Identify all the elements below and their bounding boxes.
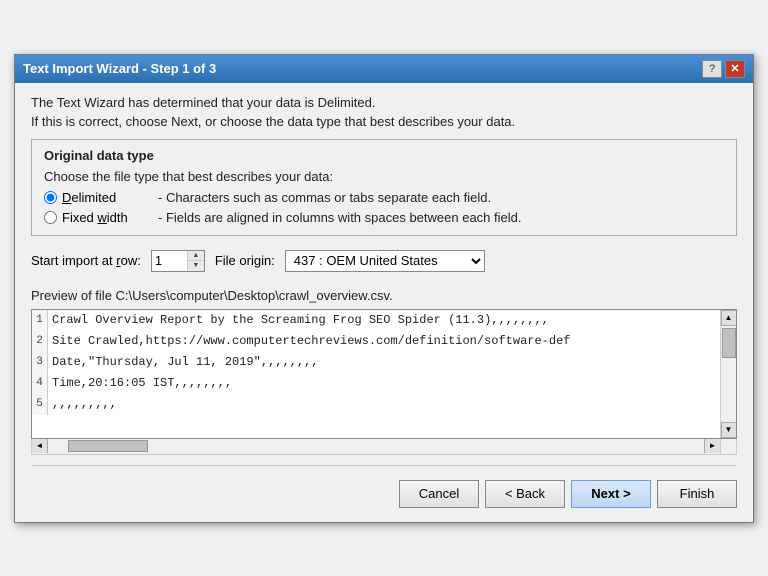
horizontal-scrollbar-row: ◄ ►	[31, 439, 737, 455]
line-num-2: 2	[32, 331, 48, 352]
radio-desc-delimited: - Characters such as commas or tabs sepa…	[158, 190, 491, 205]
help-button[interactable]: ?	[702, 60, 722, 78]
intro-line1: The Text Wizard has determined that your…	[31, 95, 737, 110]
separator	[31, 465, 737, 466]
original-data-type-group: Original data type Choose the file type …	[31, 139, 737, 236]
start-row-spinner[interactable]: 1 ▲ ▼	[151, 250, 205, 272]
close-button[interactable]: ✕	[725, 60, 745, 78]
sub-label: Choose the file type that best describes…	[44, 169, 724, 184]
radio-text-delimited: Delimited	[62, 190, 152, 205]
dialog-title: Text Import Wizard - Step 1 of 3	[23, 61, 216, 76]
scroll-thumb-v[interactable]	[722, 328, 736, 358]
preview-line-4: 4 Time,20:16:05 IST,,,,,,,,	[32, 373, 720, 394]
start-row-label: Start import at row:	[31, 253, 141, 268]
radio-row-delimited: Delimited - Characters such as commas or…	[44, 190, 724, 205]
line-num-4: 4	[32, 373, 48, 394]
line-num-3: 3	[32, 352, 48, 373]
radio-label-delimited[interactable]: Delimited	[44, 190, 152, 205]
row-import-section: Start import at row: 1 ▲ ▼ File origin: …	[31, 250, 737, 272]
line-content-5: ,,,,,,,,,	[48, 394, 117, 415]
group-box-label: Original data type	[44, 148, 724, 163]
file-origin-select[interactable]: 437 : OEM United States 65001 : Unicode …	[285, 250, 485, 272]
scroll-left-arrow[interactable]: ◄	[32, 439, 48, 453]
preview-line-5: 5 ,,,,,,,,,	[32, 394, 720, 415]
next-button[interactable]: Next >	[571, 480, 651, 508]
line-content-2: Site Crawled,https://www.computertechrev…	[48, 331, 570, 352]
radio-desc-fixed: - Fields are aligned in columns with spa…	[158, 210, 521, 225]
cancel-button[interactable]: Cancel	[399, 480, 479, 508]
radio-row-fixed: Fixed width - Fields are aligned in colu…	[44, 210, 724, 225]
radio-delimited[interactable]	[44, 191, 57, 204]
line-content-4: Time,20:16:05 IST,,,,,,,,	[48, 373, 232, 394]
scroll-right-arrow[interactable]: ►	[704, 439, 720, 453]
preview-section: Preview of file C:\Users\computer\Deskto…	[31, 288, 737, 455]
start-row-input[interactable]: 1	[152, 251, 187, 271]
dialog-body: The Text Wizard has determined that your…	[15, 83, 753, 522]
spin-buttons: ▲ ▼	[187, 251, 204, 271]
scroll-up-arrow[interactable]: ▲	[721, 310, 737, 326]
preview-box: 1 Crawl Overview Report by the Screaming…	[31, 309, 737, 439]
spin-up-button[interactable]: ▲	[188, 251, 204, 261]
file-origin-label: File origin:	[215, 253, 275, 268]
radio-group: Delimited - Characters such as commas or…	[44, 190, 724, 225]
spin-down-button[interactable]: ▼	[188, 261, 204, 271]
intro-line2: If this is correct, choose Next, or choo…	[31, 114, 737, 129]
button-row: Cancel < Back Next > Finish	[31, 480, 737, 512]
back-button[interactable]: < Back	[485, 480, 565, 508]
radio-label-fixed[interactable]: Fixed width	[44, 210, 152, 225]
line-num-5: 5	[32, 394, 48, 415]
line-content-3: Date,"Thursday, Jul 11, 2019",,,,,,,,	[48, 352, 318, 373]
scroll-track-h[interactable]	[48, 439, 704, 454]
preview-lines: 1 Crawl Overview Report by the Screaming…	[32, 310, 720, 438]
line-content-1: Crawl Overview Report by the Screaming F…	[48, 310, 549, 331]
title-bar-controls: ? ✕	[702, 60, 745, 78]
scrollbar-corner	[720, 439, 736, 454]
finish-button[interactable]: Finish	[657, 480, 737, 508]
line-num-1: 1	[32, 310, 48, 331]
title-bar: Text Import Wizard - Step 1 of 3 ? ✕	[15, 55, 753, 83]
dialog-window: Text Import Wizard - Step 1 of 3 ? ✕ The…	[14, 54, 754, 523]
radio-fixed-width[interactable]	[44, 211, 57, 224]
scroll-track-v[interactable]	[721, 326, 736, 422]
scroll-thumb-h[interactable]	[68, 440, 148, 452]
preview-label: Preview of file C:\Users\computer\Deskto…	[31, 288, 737, 303]
preview-line-2: 2 Site Crawled,https://www.computertechr…	[32, 331, 720, 352]
preview-line-3: 3 Date,"Thursday, Jul 11, 2019",,,,,,,,	[32, 352, 720, 373]
vertical-scrollbar[interactable]: ▲ ▼	[720, 310, 736, 438]
scroll-down-arrow[interactable]: ▼	[721, 422, 737, 438]
preview-line-1: 1 Crawl Overview Report by the Screaming…	[32, 310, 720, 331]
radio-text-fixed: Fixed width	[62, 210, 152, 225]
